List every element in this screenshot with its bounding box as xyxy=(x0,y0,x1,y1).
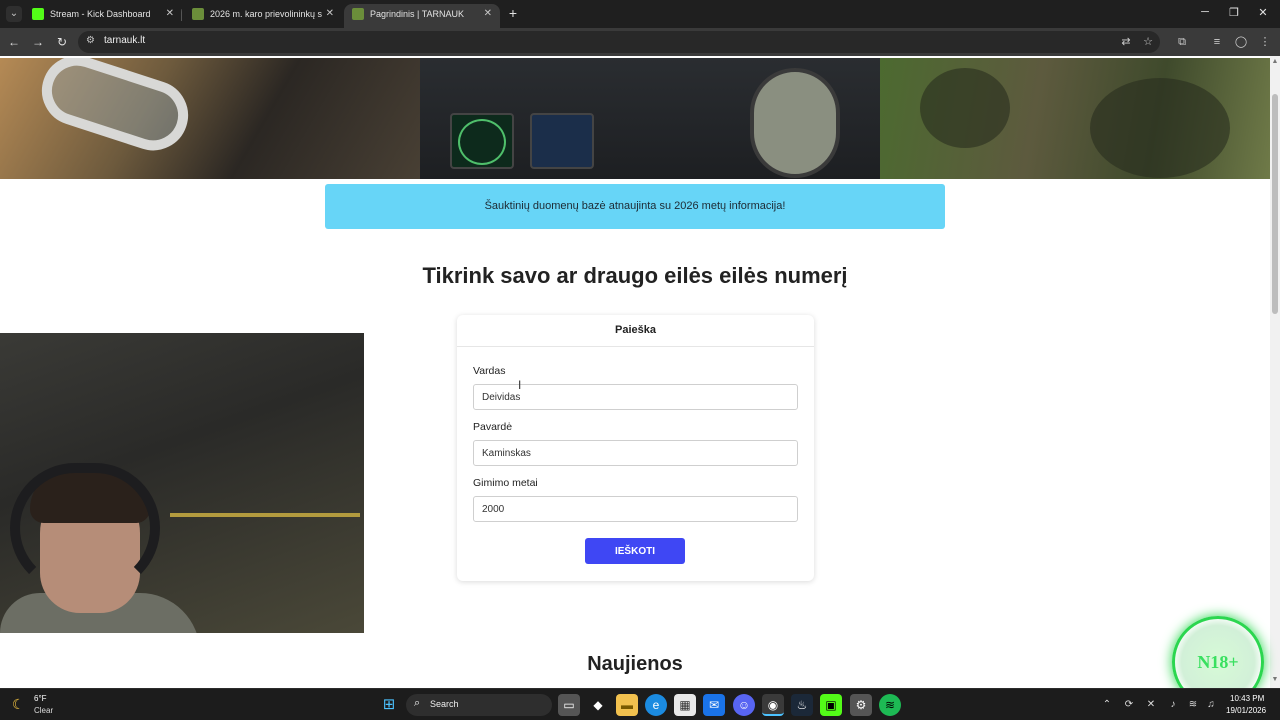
news-heading: Naujienos xyxy=(587,653,683,675)
profile-icon[interactable]: ◯ xyxy=(1233,34,1249,50)
steam-icon[interactable]: ♨ xyxy=(791,694,813,716)
pilot-helmet xyxy=(750,68,840,178)
tab-search-icon[interactable]: ⌄ xyxy=(6,6,22,22)
headset-icon xyxy=(10,463,160,593)
last-name-input[interactable] xyxy=(473,440,798,466)
tray-chevron-up-icon[interactable]: ⌃ xyxy=(1100,698,1114,712)
stair-railing xyxy=(170,513,360,633)
copilot-icon[interactable]: ◆ xyxy=(587,694,609,716)
chrome-icon[interactable]: ◉ xyxy=(762,694,784,716)
webcam-overlay xyxy=(0,333,364,633)
page-scrollbar[interactable]: ▲ ▼ xyxy=(1270,56,1280,688)
weather-temperature[interactable]: 6°F xyxy=(34,694,47,703)
volume-icon[interactable]: ♫ xyxy=(1204,698,1218,712)
media-control-icon[interactable]: ≡ xyxy=(1209,34,1225,50)
camo-blob xyxy=(920,68,1010,148)
translate-icon[interactable]: ⇄ xyxy=(1118,34,1134,50)
close-icon[interactable]: ✕ xyxy=(326,4,334,24)
hero-banner-image xyxy=(0,58,1270,179)
cockpit-screen xyxy=(450,113,514,169)
cockpit-photo xyxy=(420,58,890,179)
settings-gear-icon[interactable]: ⚙ xyxy=(850,694,872,716)
extensions-icon[interactable]: ⧉ xyxy=(1174,34,1190,50)
edge-icon[interactable]: e xyxy=(645,694,667,716)
tarnauk-favicon-icon xyxy=(192,8,204,20)
minimize-icon[interactable]: ─ xyxy=(1198,6,1212,18)
tray-mute-icon[interactable]: ✕ xyxy=(1144,698,1158,712)
tab-title: Pagrindinis | TARNAUK xyxy=(370,9,465,19)
search-label: Search xyxy=(430,699,459,709)
wifi-icon[interactable]: ≋ xyxy=(1186,698,1200,712)
weather-description[interactable]: Clear xyxy=(34,706,53,715)
new-tab-button[interactable]: + xyxy=(505,4,521,24)
moon-weather-icon[interactable]: ☾ xyxy=(12,696,28,712)
tab-separator xyxy=(181,9,182,21)
camo-blob xyxy=(1090,78,1230,178)
close-icon[interactable]: ✕ xyxy=(484,4,492,24)
goggles-shape xyxy=(32,58,198,160)
microphone-icon[interactable]: ♪ xyxy=(1166,698,1180,712)
file-explorer-icon[interactable]: ▬ xyxy=(616,694,638,716)
tab-title: 2026 m. karo prievolininkų sąrašas xyxy=(210,9,322,19)
scroll-down-icon[interactable]: ▼ xyxy=(1271,676,1279,683)
toolbar: ← → ↻ ⚙ tarnauk.lt ⇄ ☆ ⧉ ≡ ◯ ⋮ xyxy=(0,28,1280,56)
search-icon: ⌕ xyxy=(414,697,421,709)
search-form-card: Paieška Vardas Pavardė Gimimo metai IEŠK… xyxy=(457,315,814,581)
radar-display xyxy=(458,119,506,165)
restore-icon[interactable]: ❐ xyxy=(1227,6,1241,19)
text-cursor-icon: I xyxy=(518,378,522,392)
url-text[interactable]: tarnauk.lt xyxy=(104,35,145,46)
mail-icon[interactable]: ✉ xyxy=(703,694,725,716)
scroll-up-icon[interactable]: ▲ xyxy=(1271,58,1279,65)
task-view-icon[interactable]: ▭ xyxy=(558,694,580,716)
first-name-label: Vardas xyxy=(473,365,506,377)
spotify-icon[interactable]: ≋ xyxy=(879,694,901,716)
window-close-icon[interactable]: ✕ xyxy=(1256,6,1270,19)
birth-year-label: Gimimo metai xyxy=(473,477,538,489)
tab-kick-dashboard[interactable]: Stream - Kick Dashboard ✕ xyxy=(24,4,182,28)
reload-icon[interactable]: ↻ xyxy=(54,34,70,50)
clock-date[interactable]: 19/01/2026 xyxy=(1226,706,1266,715)
forward-icon[interactable]: → xyxy=(30,34,46,50)
search-button[interactable]: IEŠKOTI xyxy=(585,538,685,564)
page-headline: Tikrink savo ar draugo eilės eilės numer… xyxy=(422,263,848,288)
cockpit-screen xyxy=(530,113,594,169)
address-bar[interactable]: ⚙ tarnauk.lt xyxy=(78,31,1160,53)
tab-tarnauk-home[interactable]: Pagrindinis | TARNAUK ✕ xyxy=(344,4,500,28)
last-name-label: Pavardė xyxy=(473,421,513,433)
discord-icon[interactable]: ☺ xyxy=(733,694,755,716)
birth-year-input[interactable] xyxy=(473,496,798,522)
bookmark-star-icon[interactable]: ☆ xyxy=(1140,34,1156,50)
tab-title: Stream - Kick Dashboard xyxy=(50,9,151,19)
taskbar-search[interactable]: ⌕ Search xyxy=(406,694,552,716)
close-icon[interactable]: ✕ xyxy=(166,4,174,24)
camouflage-soldier-photo xyxy=(880,58,1270,179)
windows-start-icon[interactable]: ⊞ xyxy=(378,694,400,716)
kick-app-icon[interactable]: ▣ xyxy=(820,694,842,716)
update-notice: Šauktinių duomenų bazė atnaujinta su 202… xyxy=(325,184,945,229)
form-title: Paieška xyxy=(457,315,814,347)
tab-strip: ⌄ Stream - Kick Dashboard ✕ 2026 m. karo… xyxy=(0,0,1280,28)
windows-taskbar: ☾ 6°F Clear ⊞ ⌕ Search ▭ ◆ ▬ e ▦ ✉ ☺ ◉ ♨… xyxy=(0,688,1280,720)
site-info-icon[interactable]: ⚙ xyxy=(86,35,98,47)
back-icon[interactable]: ← xyxy=(6,34,22,50)
soldier-goggles-photo xyxy=(0,58,430,179)
scroll-thumb[interactable] xyxy=(1272,94,1278,314)
menu-kebab-icon[interactable]: ⋮ xyxy=(1257,34,1273,50)
tab-conscripts-list[interactable]: 2026 m. karo prievolininkų sąrašas ✕ xyxy=(184,4,342,28)
clock-time[interactable]: 10:43 PM xyxy=(1230,694,1264,703)
kick-favicon-icon xyxy=(32,8,44,20)
tarnauk-favicon-icon xyxy=(352,8,364,20)
tray-sync-icon[interactable]: ⟳ xyxy=(1122,698,1136,712)
first-name-input[interactable] xyxy=(473,384,798,410)
store-icon[interactable]: ▦ xyxy=(674,694,696,716)
